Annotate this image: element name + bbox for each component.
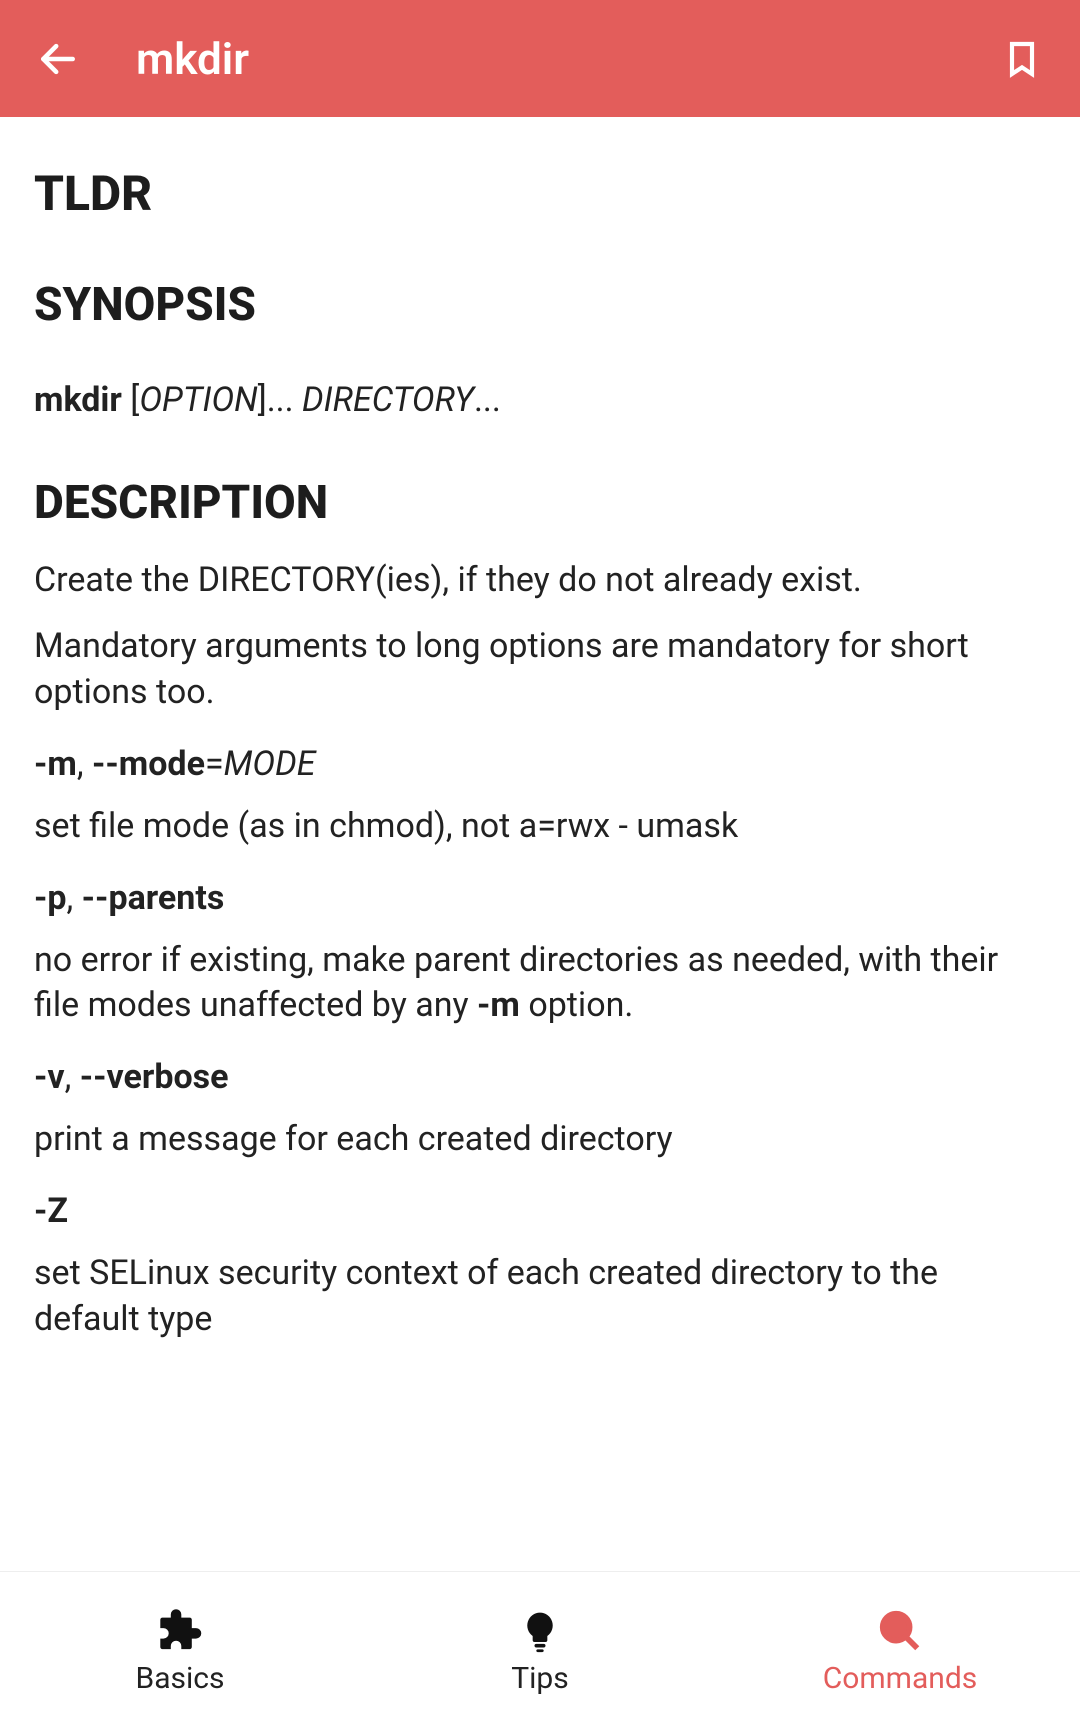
option-description: print a message for each created directo…: [34, 1117, 1046, 1163]
nav-label: Basics: [136, 1661, 225, 1696]
option-flag-line: -m, --mode=MODE: [34, 744, 1046, 784]
description-paragraph: Create the DIRECTORY(ies), if they do no…: [34, 558, 1046, 604]
app-header: mkdir: [0, 0, 1080, 117]
back-button[interactable]: [28, 29, 88, 89]
option-description: no error if existing, make parent direct…: [34, 938, 1046, 1030]
synopsis-line: mkdir [OPTION]... DIRECTORY...: [34, 380, 1046, 420]
nav-commands[interactable]: Commands: [720, 1572, 1080, 1731]
option-flag-line: -p, --parents: [34, 878, 1046, 918]
nav-basics[interactable]: Basics: [0, 1572, 360, 1731]
nav-tips[interactable]: Tips: [360, 1572, 720, 1731]
option-flag-line: -Z: [34, 1191, 1046, 1231]
tldr-heading: TLDR: [34, 165, 1046, 222]
description-paragraph: Mandatory arguments to long options are …: [34, 624, 1046, 716]
synopsis-heading: SYNOPSIS: [34, 278, 1046, 332]
search-icon: [877, 1607, 923, 1655]
bookmark-icon: [1002, 35, 1042, 83]
puzzle-icon: [156, 1607, 204, 1655]
bottom-nav: Basics Tips Commands: [0, 1571, 1080, 1731]
synopsis-cmd: mkdir: [34, 380, 122, 420]
lightbulb-icon: [518, 1607, 562, 1655]
option-description: set SELinux security context of each cre…: [34, 1251, 1046, 1343]
bookmark-button[interactable]: [992, 29, 1052, 89]
nav-label: Commands: [823, 1661, 978, 1696]
content-area[interactable]: TLDR SYNOPSIS mkdir [OPTION]... DIRECTOR…: [0, 117, 1080, 1571]
description-heading: DESCRIPTION: [34, 476, 1046, 530]
arrow-left-icon: [36, 37, 80, 81]
nav-label: Tips: [511, 1661, 569, 1696]
option-flag-line: -v, --verbose: [34, 1057, 1046, 1097]
option-description: set file mode (as in chmod), not a=rwx -…: [34, 804, 1046, 850]
page-title: mkdir: [136, 33, 992, 85]
